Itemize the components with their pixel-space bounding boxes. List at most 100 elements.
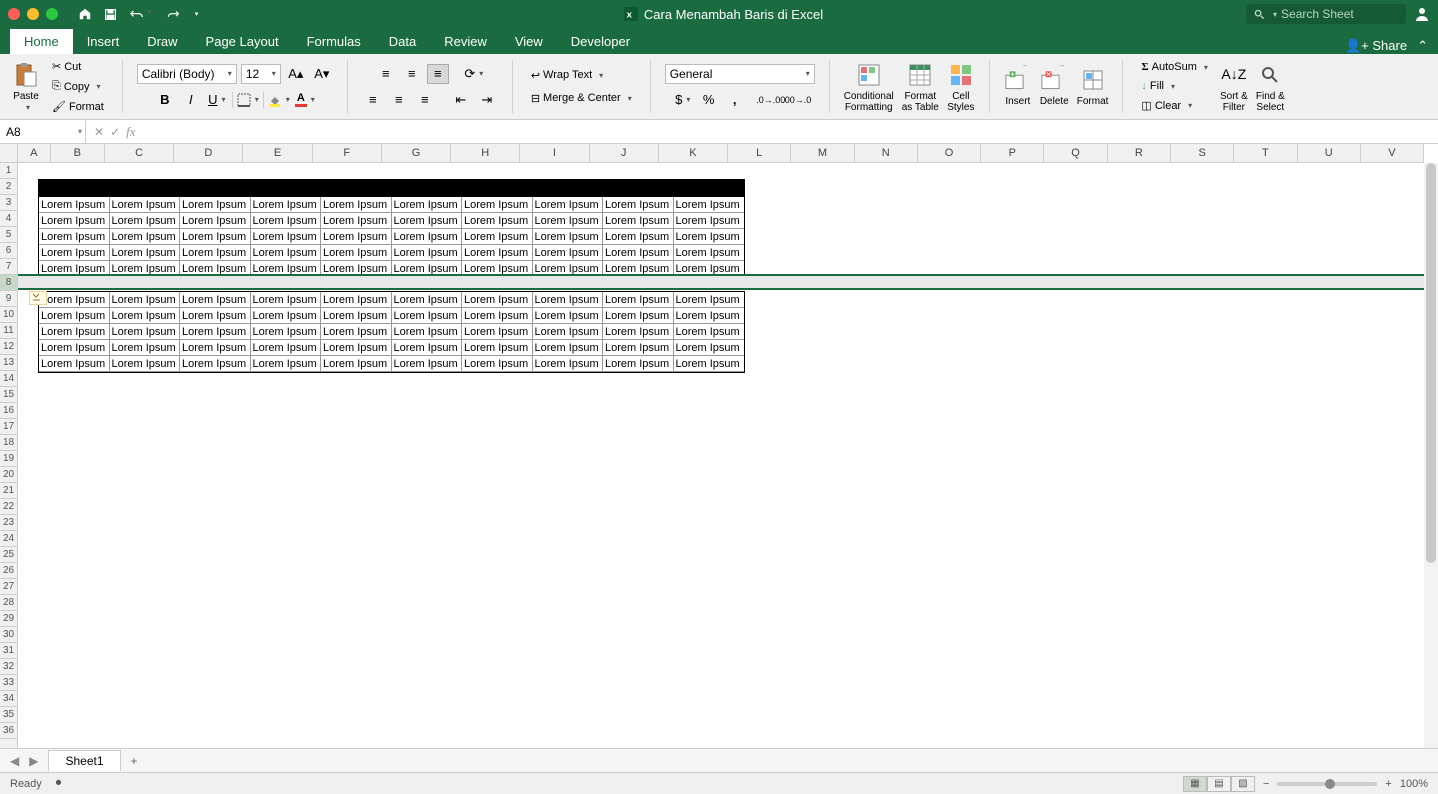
row-header-3[interactable]: 3 [0, 195, 17, 211]
col-header-J[interactable]: J [590, 144, 659, 162]
fx-icon[interactable]: fx [126, 124, 135, 140]
row-header-19[interactable]: 19 [0, 451, 17, 467]
find-select-button[interactable]: Find &Select [1252, 58, 1289, 115]
row-headers[interactable]: 1234567891011121314151617181920212223242… [0, 163, 18, 748]
col-header-G[interactable]: G [382, 144, 451, 162]
col-header-H[interactable]: H [451, 144, 520, 162]
row-header-18[interactable]: 18 [0, 435, 17, 451]
fill-button[interactable]: ↓Fill▾ [1137, 78, 1179, 94]
cell[interactable]: Lorem Ipsum [462, 308, 533, 324]
paste-button[interactable]: Paste ▾ [8, 58, 44, 115]
share-button[interactable]: 👤+ Share [1345, 38, 1407, 54]
cell[interactable]: Lorem Ipsum [392, 229, 463, 245]
col-header-L[interactable]: L [728, 144, 791, 162]
tab-developer[interactable]: Developer [557, 29, 644, 54]
cell[interactable]: Lorem Ipsum [39, 356, 110, 372]
tab-data[interactable]: Data [375, 29, 430, 54]
macro-record-icon[interactable]: ⏺ [56, 777, 62, 790]
col-header-C[interactable]: C [105, 144, 174, 162]
home-icon[interactable] [78, 7, 92, 21]
zoom-thumb[interactable] [1325, 779, 1335, 789]
decrease-font-icon[interactable]: A▾ [311, 64, 333, 84]
select-all-corner[interactable] [0, 144, 18, 163]
column-headers[interactable]: ABCDEFGHIJKLMNOPQRSTUV [18, 144, 1424, 163]
row-header-35[interactable]: 35 [0, 707, 17, 723]
cell[interactable]: Lorem Ipsum [674, 261, 745, 277]
cell[interactable]: Lorem Ipsum [674, 229, 745, 245]
cell[interactable]: Lorem Ipsum [321, 229, 392, 245]
zoom-out-button[interactable]: − [1263, 778, 1269, 790]
search-sheet-input[interactable]: ▾ Search Sheet [1246, 4, 1406, 24]
tab-insert[interactable]: Insert [73, 29, 134, 54]
format-painter-button[interactable]: 🖌Format [48, 98, 108, 115]
row-header-17[interactable]: 17 [0, 419, 17, 435]
row-header-13[interactable]: 13 [0, 355, 17, 371]
cell[interactable]: Lorem Ipsum [533, 356, 604, 372]
row-header-6[interactable]: 6 [0, 243, 17, 259]
align-center-icon[interactable]: ≡ [388, 90, 410, 110]
tab-review[interactable]: Review [430, 29, 501, 54]
cell[interactable]: Lorem Ipsum [39, 213, 110, 229]
cell[interactable]: Lorem Ipsum [39, 308, 110, 324]
currency-icon[interactable]: $▾ [672, 90, 694, 110]
col-header-Q[interactable]: Q [1044, 144, 1107, 162]
cell[interactable]: Lorem Ipsum [180, 245, 251, 261]
cell[interactable]: Lorem Ipsum [180, 356, 251, 372]
align-top-icon[interactable]: ≡ [375, 64, 397, 84]
row-header-4[interactable]: 4 [0, 211, 17, 227]
cell[interactable]: Lorem Ipsum [533, 261, 604, 277]
row-header-8[interactable]: 8 [0, 275, 17, 291]
delete-cells-button[interactable]: → Delete [1036, 58, 1073, 115]
row-header-12[interactable]: 12 [0, 339, 17, 355]
row-header-21[interactable]: 21 [0, 483, 17, 499]
align-right-icon[interactable]: ≡ [414, 90, 436, 110]
decrease-indent-icon[interactable]: ⇤ [450, 90, 472, 110]
row-header-9[interactable]: 9 [0, 291, 17, 307]
cell[interactable]: Lorem Ipsum [251, 324, 322, 340]
cell[interactable]: Lorem Ipsum [674, 292, 745, 308]
page-break-view-icon[interactable]: ▧ [1231, 776, 1255, 792]
cell[interactable]: Lorem Ipsum [674, 245, 745, 261]
cell[interactable]: Lorem Ipsum [533, 229, 604, 245]
row-header-23[interactable]: 23 [0, 515, 17, 531]
row-header-28[interactable]: 28 [0, 595, 17, 611]
row-header-7[interactable]: 7 [0, 259, 17, 275]
cell[interactable]: Lorem Ipsum [462, 213, 533, 229]
tab-view[interactable]: View [501, 29, 557, 54]
cell[interactable]: Lorem Ipsum [392, 197, 463, 213]
increase-font-icon[interactable]: A▴ [285, 64, 307, 84]
col-header-I[interactable]: I [520, 144, 589, 162]
copy-button[interactable]: ⎘Copy▾ [48, 78, 105, 95]
cell[interactable]: Lorem Ipsum [251, 292, 322, 308]
cell[interactable]: Lorem Ipsum [110, 308, 181, 324]
dropdown-caret-icon[interactable]: ▾ [145, 8, 154, 16]
font-size-combo[interactable]: 12▾ [241, 64, 281, 84]
col-header-S[interactable]: S [1171, 144, 1234, 162]
cell[interactable]: Lorem Ipsum [392, 292, 463, 308]
cell[interactable]: Lorem Ipsum [251, 308, 322, 324]
page-layout-view-icon[interactable]: ▤ [1207, 776, 1231, 792]
cell[interactable]: Lorem Ipsum [674, 197, 745, 213]
cut-button[interactable]: ✂Cut [48, 58, 85, 75]
underline-button[interactable]: U▾ [206, 90, 228, 110]
sort-filter-button[interactable]: A↓Z Sort &Filter [1216, 58, 1252, 115]
cell[interactable]: Lorem Ipsum [674, 308, 745, 324]
cell[interactable]: Lorem Ipsum [321, 261, 392, 277]
cell[interactable]: Lorem Ipsum [674, 356, 745, 372]
cell[interactable]: Lorem Ipsum [251, 245, 322, 261]
font-name-combo[interactable]: Calibri (Body)▾ [137, 64, 237, 84]
cell[interactable]: Lorem Ipsum [180, 340, 251, 356]
cell[interactable]: Lorem Ipsum [462, 197, 533, 213]
cell[interactable]: Lorem Ipsum [392, 245, 463, 261]
cell[interactable]: Lorem Ipsum [674, 324, 745, 340]
cell[interactable]: Lorem Ipsum [533, 292, 604, 308]
format-cells-button[interactable]: Format [1073, 58, 1113, 115]
tab-page-layout[interactable]: Page Layout [192, 29, 293, 54]
insert-options-icon[interactable] [29, 291, 49, 307]
formula-input[interactable] [144, 120, 1438, 143]
sheet-tab-sheet1[interactable]: Sheet1 [48, 750, 120, 771]
cell[interactable]: Lorem Ipsum [39, 261, 110, 277]
col-header-M[interactable]: M [791, 144, 854, 162]
increase-indent-icon[interactable]: ⇥ [476, 90, 498, 110]
sheet-nav-next-icon[interactable]: ▶ [25, 752, 42, 770]
